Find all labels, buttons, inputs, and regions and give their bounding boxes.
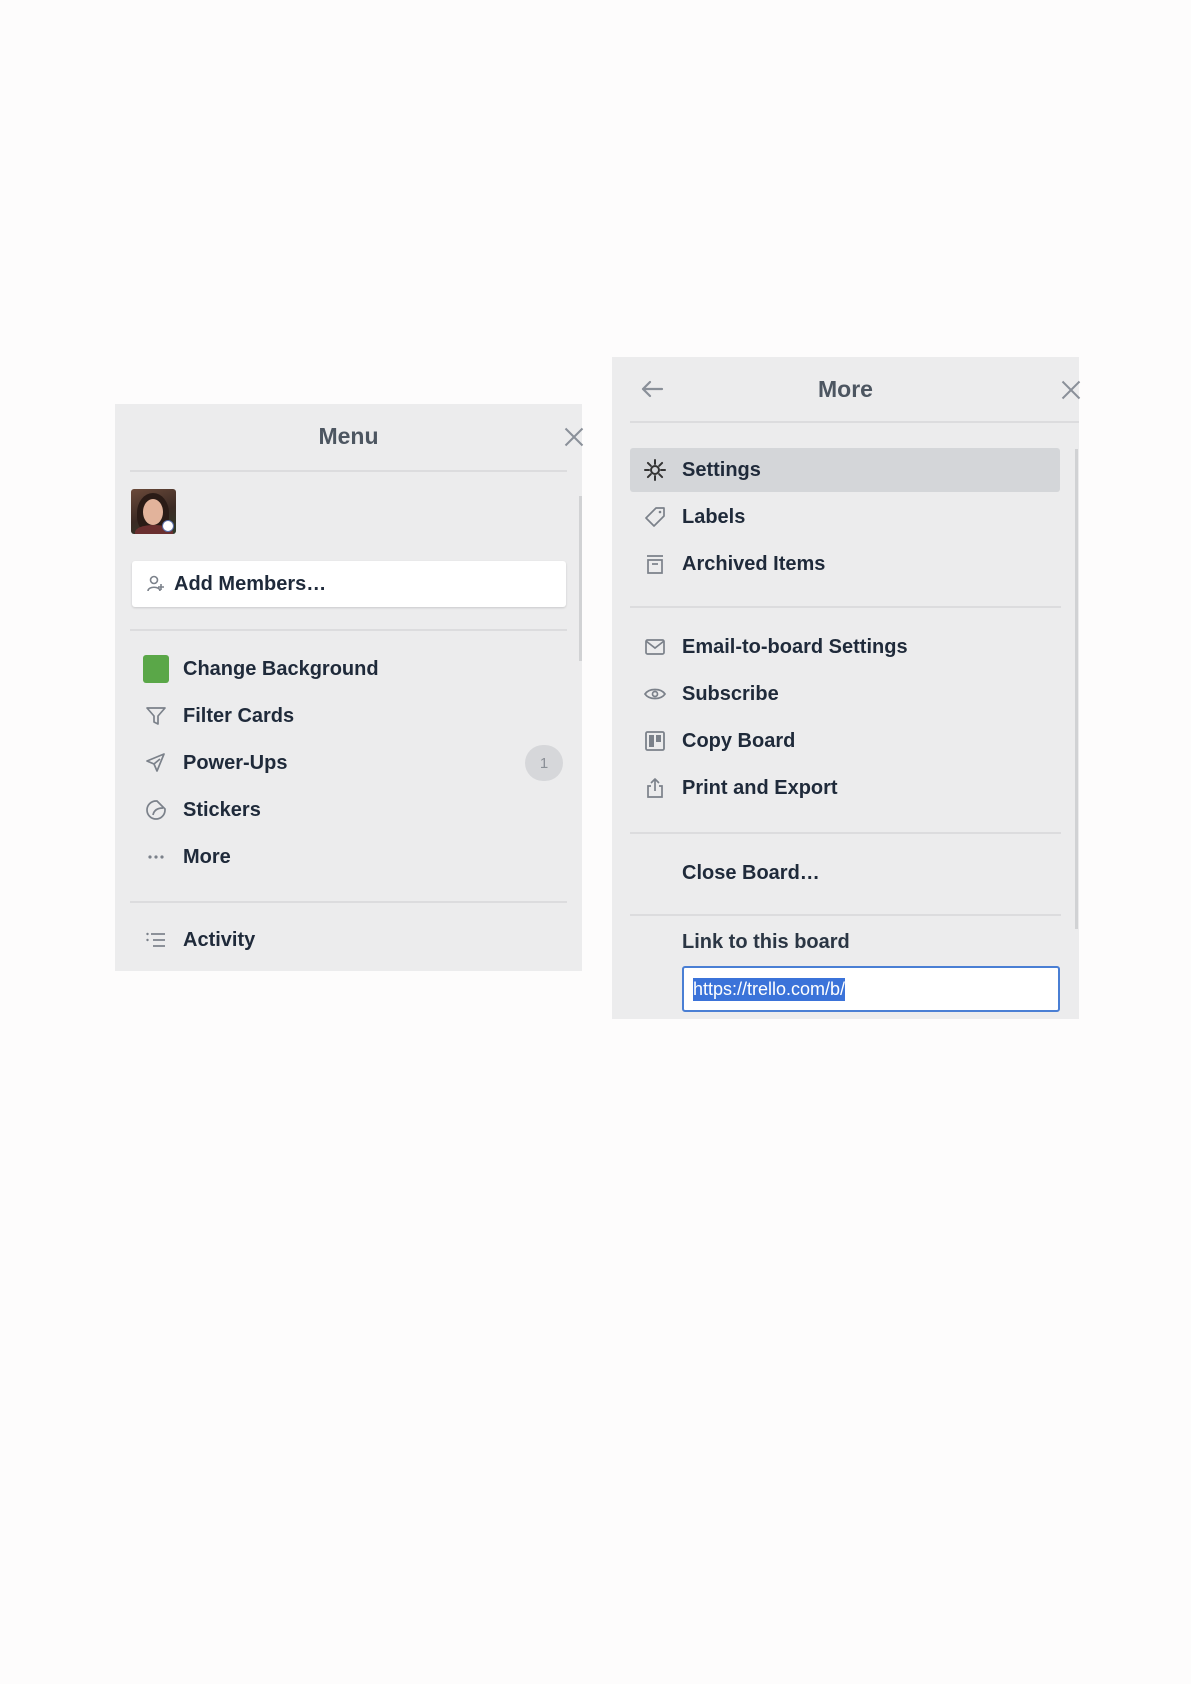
eye-icon xyxy=(642,681,668,707)
divider xyxy=(130,470,567,472)
divider xyxy=(630,914,1061,916)
rocket-icon xyxy=(143,750,169,776)
sticker-icon xyxy=(143,797,169,823)
scrollbar[interactable] xyxy=(579,496,582,661)
filter-cards-label: Filter Cards xyxy=(183,704,295,727)
settings-label: Settings xyxy=(682,458,761,481)
more-menu-panel: More Settings Labels Archived Items Emai… xyxy=(612,357,1079,1019)
stickers-label: Stickers xyxy=(183,798,261,821)
divider xyxy=(130,901,567,903)
board-menu-panel: Menu Add Members… Change Background Filt… xyxy=(115,404,582,971)
subscribe-item[interactable]: Subscribe xyxy=(630,672,1060,716)
labels-item[interactable]: Labels xyxy=(630,495,1060,539)
divider xyxy=(130,629,567,631)
subscribe-label: Subscribe xyxy=(682,682,779,705)
more-title: More xyxy=(818,376,873,402)
board-link-value: https://trello.com/b/ xyxy=(693,977,846,1001)
add-person-icon xyxy=(146,574,166,594)
link-to-board-label: Link to this board xyxy=(682,931,850,953)
share-icon xyxy=(642,775,668,801)
envelope-icon xyxy=(642,634,668,660)
ellipsis-icon xyxy=(143,844,169,870)
more-item[interactable]: More xyxy=(143,835,563,879)
power-ups-count-badge: 1 xyxy=(525,745,563,781)
add-members-button[interactable]: Add Members… xyxy=(132,561,566,607)
member-avatar[interactable] xyxy=(131,489,176,534)
tag-icon xyxy=(642,504,668,530)
filter-icon xyxy=(143,703,169,729)
email-to-board-item[interactable]: Email-to-board Settings xyxy=(630,625,1060,669)
stickers-item[interactable]: Stickers xyxy=(143,788,563,832)
power-ups-label: Power-Ups xyxy=(183,751,288,774)
add-members-label: Add Members… xyxy=(174,572,327,595)
copy-board-item[interactable]: Copy Board xyxy=(630,719,1060,763)
admin-badge-icon xyxy=(162,520,174,532)
activity-item[interactable]: Activity xyxy=(143,918,563,962)
settings-item[interactable]: Settings xyxy=(630,448,1060,492)
copy-board-label: Copy Board xyxy=(682,729,796,752)
close-icon[interactable] xyxy=(563,426,585,448)
power-ups-item[interactable]: Power-Ups 1 xyxy=(143,741,563,785)
divider xyxy=(630,421,1079,423)
close-icon[interactable] xyxy=(1060,379,1082,401)
print-and-export-item[interactable]: Print and Export xyxy=(630,766,1060,810)
divider xyxy=(630,832,1061,834)
email-to-board-label: Email-to-board Settings xyxy=(682,635,908,658)
more-label: More xyxy=(183,845,231,868)
filter-cards-item[interactable]: Filter Cards xyxy=(143,694,563,738)
close-board-label: Close Board… xyxy=(682,861,820,884)
close-board-item[interactable]: Close Board… xyxy=(630,851,1112,895)
change-background-label: Change Background xyxy=(183,657,379,680)
labels-label: Labels xyxy=(682,505,746,528)
archive-icon xyxy=(642,551,668,577)
divider xyxy=(630,606,1061,608)
archived-items-item[interactable]: Archived Items xyxy=(630,542,1060,586)
change-background-item[interactable]: Change Background xyxy=(143,647,563,691)
gear-icon xyxy=(642,457,668,483)
board-link-input[interactable]: https://trello.com/b/ xyxy=(682,966,1060,1012)
print-and-export-label: Print and Export xyxy=(682,776,838,799)
board-icon xyxy=(642,728,668,754)
archived-items-label: Archived Items xyxy=(682,552,826,575)
color-swatch-icon xyxy=(143,655,169,683)
activity-label: Activity xyxy=(183,928,256,951)
menu-title: Menu xyxy=(318,423,379,449)
activity-list-icon xyxy=(143,927,169,953)
